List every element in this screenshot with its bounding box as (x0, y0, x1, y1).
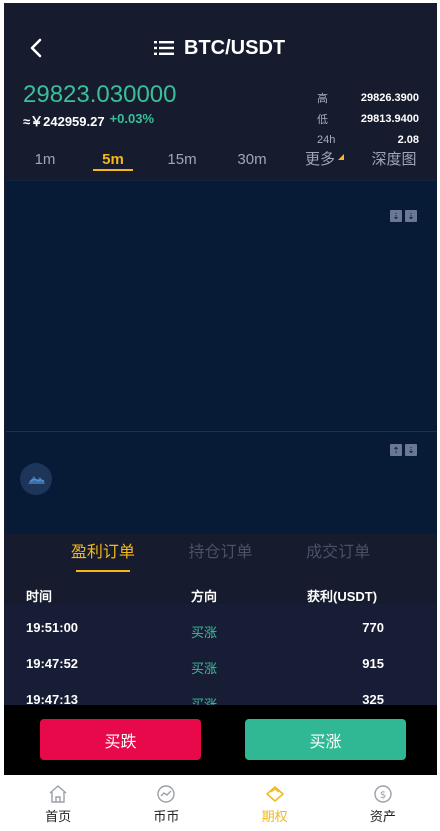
order-tabs: 盈利订单 持仓订单 成交订单 (4, 534, 437, 574)
table-row[interactable]: 19:51:00 买涨 770 (4, 604, 437, 641)
depth-chart-tab[interactable]: 深度图 (368, 148, 420, 172)
buy-fall-button[interactable]: 买跌 (40, 719, 201, 760)
indicator-down-icon[interactable]: ⇣ (405, 444, 417, 456)
tab-profit-orders[interactable]: 盈利订单 (71, 534, 135, 574)
row-profit: 770 (362, 620, 384, 635)
column-time: 时间 (26, 589, 53, 604)
tab-position-orders[interactable]: 持仓订单 (188, 534, 252, 574)
orders-panel: 盈利订单 持仓订单 成交订单 时间 方向 获利(USDT) 19:51:00 买… (4, 534, 437, 714)
interval-1m[interactable]: 1m (29, 148, 61, 172)
row-direction: 买涨 (191, 662, 218, 677)
chart-border (6, 180, 437, 181)
stat-value: 29826.3900 (360, 91, 419, 104)
orders-table-body: 19:51:00 买涨 770 19:47:52 买涨 915 19:47:13… (4, 604, 437, 714)
stat-value: 29813.9400 (360, 112, 419, 125)
interval-30m[interactable]: 30m (232, 148, 272, 172)
interval-more[interactable]: 更多 (302, 148, 344, 172)
nav-trade[interactable]: 币币 (112, 775, 220, 829)
buy-rise-button[interactable]: 买涨 (245, 719, 406, 760)
stat-label: 低 (317, 113, 328, 126)
stat-volume: 24h 2.08 (309, 129, 419, 150)
nav-label: 首页 (45, 810, 72, 825)
stat-high: 高 29826.3900 (309, 87, 419, 108)
indicator-up-icon[interactable]: ⇡ (390, 444, 402, 456)
stat-label: 24h (317, 133, 336, 146)
pair-selector[interactable]: BTC/USDT (154, 36, 285, 60)
stat-label: 高 (317, 92, 328, 105)
nav-label: 期权 (261, 810, 288, 825)
column-profit: 获利(USDT) (307, 589, 378, 604)
interval-tabs: 1m 5m 15m 30m 更多 深度图 (4, 148, 437, 180)
price-change: +0.03% (109, 111, 155, 126)
column-direction: 方向 (191, 589, 218, 604)
interval-5m[interactable]: 5m (93, 148, 133, 172)
nav-home[interactable]: 首页 (4, 775, 112, 829)
kline-chart[interactable]: ⇣ ⇣ ⇡ ⇣ (6, 180, 437, 534)
row-direction: 买涨 (191, 626, 218, 641)
cny-price: ≈￥242959.27 (23, 114, 105, 129)
nav-label: 币币 (153, 810, 180, 825)
nav-assets[interactable]: $ 资产 (329, 775, 437, 829)
nav-options[interactable]: 期权 (221, 775, 329, 829)
row-time: 19:47:52 (26, 656, 79, 671)
dropdown-triangle-icon (338, 154, 344, 160)
header: BTC/USDT (4, 3, 437, 81)
bottom-nav: 首页 币币 期权 $ 资产 (4, 775, 437, 829)
back-arrow-icon[interactable] (26, 37, 48, 59)
scale-up-icon[interactable]: ⇣ (405, 210, 417, 222)
chart-zoom-controls: ⇣ ⇣ (390, 210, 417, 222)
app-screen: BTC/USDT 29823.030000 ≈￥242959.27 +0.03%… (4, 3, 437, 829)
chart-pane-divider (6, 431, 437, 432)
list-icon (154, 41, 174, 55)
stat-low: 低 29813.9400 (309, 108, 419, 129)
price-subline: ≈￥242959.27 +0.03% (23, 111, 154, 130)
interval-15m[interactable]: 15m (162, 148, 202, 172)
tab-filled-orders[interactable]: 成交订单 (306, 534, 370, 574)
home-icon (49, 785, 67, 803)
ticker-stats: 高 29826.3900 低 29813.9400 24h 2.08 (309, 87, 419, 150)
indicator-controls: ⇡ ⇣ (390, 444, 417, 456)
nav-label: 资产 (369, 810, 396, 825)
assets-icon: $ (374, 785, 392, 803)
pair-title: BTC/USDT (184, 36, 286, 59)
scale-down-icon[interactable]: ⇣ (390, 210, 402, 222)
row-profit: 915 (362, 656, 384, 671)
last-price: 29823.030000 (23, 81, 177, 108)
table-row[interactable]: 19:47:52 买涨 915 (4, 640, 437, 677)
trade-action-bar: 买跌 买涨 (4, 705, 437, 775)
chart-logo-icon (20, 463, 52, 495)
interval-more-label: 更多 (304, 151, 335, 168)
trade-icon (157, 785, 176, 803)
svg-text:$: $ (380, 790, 386, 801)
stat-value: 2.08 (397, 133, 419, 146)
options-icon (265, 786, 284, 802)
row-time: 19:51:00 (26, 620, 79, 635)
